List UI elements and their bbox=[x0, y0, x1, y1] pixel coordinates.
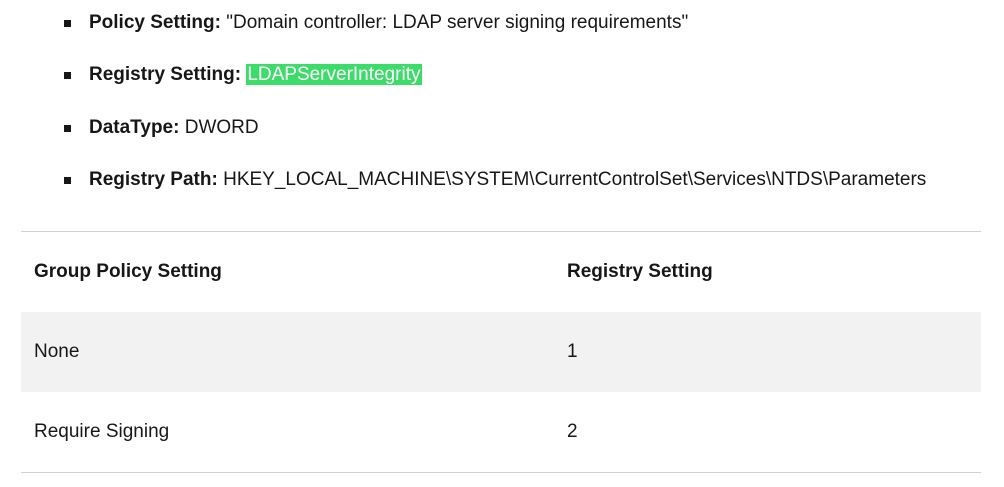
detail-label: DataType: bbox=[89, 117, 180, 138]
detail-registry-path: Registry Path: HKEY_LOCAL_MACHINE\SYSTEM… bbox=[63, 168, 927, 192]
column-header-registry-setting: Registry Setting bbox=[567, 261, 713, 282]
detail-value: HKEY_LOCAL_MACHINE\SYSTEM\CurrentControl… bbox=[223, 169, 927, 190]
detail-label: Registry Path: bbox=[89, 169, 218, 190]
table-row: None 1 bbox=[21, 312, 981, 392]
detail-value: "Domain controller: LDAP server signing … bbox=[226, 12, 689, 33]
table-cell: Require Signing bbox=[34, 421, 170, 442]
column-header-group-policy: Group Policy Setting bbox=[34, 261, 222, 282]
detail-value: DWORD bbox=[184, 117, 259, 138]
detail-registry-setting: Registry Setting: LDAPServerIntegrity bbox=[64, 63, 422, 87]
detail-datatype: DataType: DWORD bbox=[64, 116, 259, 140]
table-header-row: Group Policy Setting Registry Setting bbox=[21, 232, 981, 312]
highlighted-registry-value: LDAPServerIntegrity bbox=[246, 64, 422, 85]
detail-label: Policy Setting: bbox=[89, 12, 221, 33]
table-row: Require Signing 2 bbox=[21, 392, 981, 473]
settings-table: Group Policy Setting Registry Setting No… bbox=[21, 231, 981, 473]
detail-label: Registry Setting: bbox=[89, 64, 242, 85]
table-cell: 1 bbox=[567, 341, 578, 362]
detail-policy-setting: Policy Setting: "Domain controller: LDAP… bbox=[63, 11, 689, 35]
table-cell: 2 bbox=[567, 421, 578, 442]
table-cell: None bbox=[34, 341, 80, 362]
